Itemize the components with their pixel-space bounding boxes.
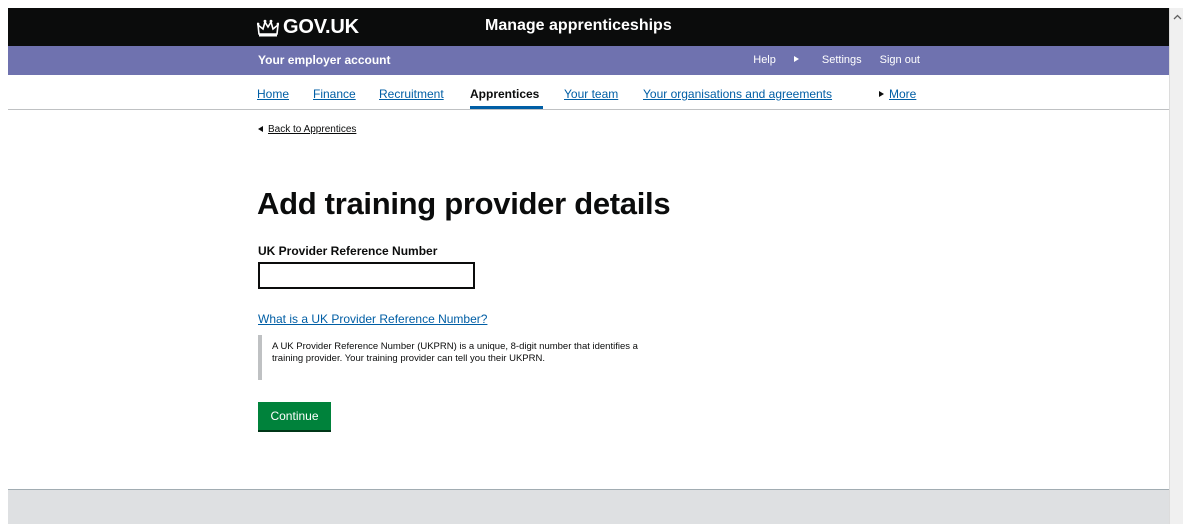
nav-item-organisations[interactable]: Your organisations and agreements (643, 87, 832, 101)
help-text-line-2: training provider. Your training provide… (272, 353, 546, 364)
settings-label: Settings (821, 54, 862, 66)
account-title[interactable]: Your employer account (258, 53, 390, 67)
help-link[interactable]: Help (753, 54, 776, 66)
sign-out-link[interactable]: Sign out (880, 54, 920, 66)
nav-item-apprentices[interactable]: Apprentices (470, 87, 539, 101)
browser-viewport: GOV.UK Manage apprenticeships Your emplo… (8, 8, 1169, 524)
nav-item-home[interactable]: Home (257, 87, 289, 101)
service-name[interactable]: Manage apprenticeships (485, 17, 672, 35)
back-link-label: Back to Apprentices (268, 124, 357, 135)
main-nav: Home Finance Recruitment Apprentices You… (8, 75, 1169, 110)
triangle-left-icon (258, 126, 263, 132)
govuk-logo-link[interactable]: GOV.UK (257, 16, 359, 39)
nav-item-more[interactable]: More (879, 87, 916, 101)
ukprn-help-toggle[interactable]: What is a UK Provider Reference Number? (258, 312, 487, 326)
continue-button[interactable]: Continue (258, 402, 331, 430)
nav-item-finance[interactable]: Finance (313, 87, 356, 101)
active-tab-indicator (470, 106, 543, 109)
ukprn-help-panel: A UK Provider Reference Number (UKPRN) i… (258, 335, 698, 380)
account-links: Help Settings Sign out (735, 54, 920, 66)
page-title: Add training provider details (257, 186, 671, 221)
ukprn-label: UK Provider Reference Number (258, 244, 438, 258)
help-text-line-1: A UK Provider Reference Number (UKPRN) i… (272, 341, 638, 352)
logo-text: GOV.UK (283, 16, 359, 38)
page-footer (8, 489, 1169, 524)
nav-item-recruitment[interactable]: Recruitment (379, 87, 444, 101)
nav-more-label: More (889, 87, 917, 101)
vertical-scrollbar[interactable] (1169, 8, 1183, 524)
govuk-header: GOV.UK Manage apprenticeships (8, 8, 1169, 46)
triangle-right-icon (879, 91, 884, 97)
settings-link[interactable]: Settings (793, 54, 862, 66)
ukprn-input[interactable] (258, 262, 475, 289)
scroll-up-button[interactable] (1170, 8, 1183, 25)
account-bar: Your employer account Help Settings Sign… (8, 46, 1169, 75)
chevron-up-icon (1173, 14, 1181, 19)
triangle-right-icon (793, 56, 799, 62)
back-link[interactable]: Back to Apprentices (258, 124, 356, 135)
nav-item-your-team[interactable]: Your team (564, 87, 618, 101)
crown-icon (257, 19, 279, 36)
